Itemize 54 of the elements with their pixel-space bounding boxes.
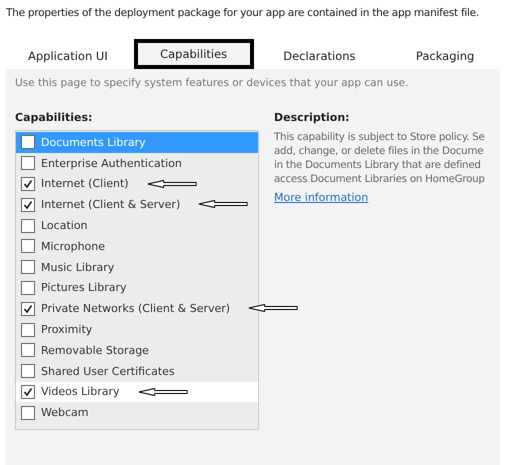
capability-item[interactable]: Private Networks (Client & Server) — [16, 298, 234, 320]
checkbox[interactable] — [21, 364, 35, 378]
capability-label: Internet (Client & Server) — [41, 198, 180, 212]
description-text: access Document Libraries on HomeGroup — [274, 172, 486, 186]
intro-text: The properties of the deployment package for your app are contained in the app manifest file. — [5, 6, 480, 21]
capability-item[interactable]: Internet (Client) — [16, 174, 133, 194]
checkbox[interactable] — [21, 302, 35, 316]
checkbox[interactable] — [21, 322, 35, 337]
tab[interactable]: Packaging — [385, 43, 505, 69]
description-text: in the Documents Library that are defined — [274, 158, 482, 172]
checkbox[interactable] — [21, 218, 35, 233]
capability-label: Enterprise Authentication — [41, 156, 182, 170]
capability-label: Location — [41, 219, 88, 232]
capability-label: Internet (Client) — [41, 177, 129, 190]
capability-label: Removable Storage — [41, 344, 149, 357]
capability-item[interactable]: Proximity — [16, 319, 96, 340]
checkbox[interactable] — [21, 239, 35, 254]
capability-item[interactable]: Location — [16, 215, 92, 236]
capability-label: Documents Library — [41, 136, 146, 149]
capability-label: Music Library — [41, 260, 114, 274]
capability-item[interactable]: Removable Storage — [16, 340, 153, 361]
capability-item[interactable]: Videos Library — [16, 382, 258, 402]
capability-item[interactable]: Music Library — [16, 256, 118, 278]
capability-label: Microphone — [41, 240, 106, 253]
checkbox[interactable] — [21, 135, 35, 150]
checkbox[interactable] — [21, 280, 35, 295]
checkbox[interactable] — [21, 406, 35, 420]
capability-item[interactable]: Microphone — [16, 236, 110, 257]
checkbox[interactable] — [21, 260, 35, 274]
capability-item[interactable]: Pictures Library — [16, 278, 131, 298]
capability-label: Webcam — [41, 406, 88, 420]
capability-item[interactable]: Enterprise Authentication — [16, 152, 186, 174]
description-text: This capability is subject to Store policy. Se — [274, 130, 486, 144]
capability-item[interactable]: Shared User Certificates — [16, 360, 179, 382]
capability-label: Pictures Library — [41, 281, 127, 294]
capability-label: Videos Library — [41, 385, 120, 398]
capability-item[interactable]: Internet (Client & Server) — [16, 194, 184, 216]
tab[interactable]: Application UI — [8, 43, 128, 69]
tab[interactable]: Declarations — [260, 43, 380, 69]
description-text: add, change, or delete files in the Docume — [274, 144, 484, 158]
more-information-link[interactable]: More information — [274, 191, 490, 204]
description-heading: Description: — [274, 111, 351, 124]
capability-label: Private Networks (Client & Server) — [41, 302, 230, 316]
capability-label: Shared User Certificates — [41, 364, 175, 378]
capability-label: Proximity — [41, 323, 92, 336]
checkbox[interactable] — [21, 384, 35, 399]
capability-item[interactable]: Webcam — [16, 402, 92, 424]
checkbox[interactable] — [21, 343, 35, 358]
checkbox[interactable] — [21, 198, 35, 212]
tab[interactable]: Capabilities — [134, 39, 254, 69]
capabilities-heading: Capabilities: — [15, 111, 94, 124]
checkbox[interactable] — [21, 156, 35, 170]
checkbox[interactable] — [21, 176, 35, 191]
hint-text: Use this page to specify system features or devices that your app can use. — [15, 76, 410, 91]
